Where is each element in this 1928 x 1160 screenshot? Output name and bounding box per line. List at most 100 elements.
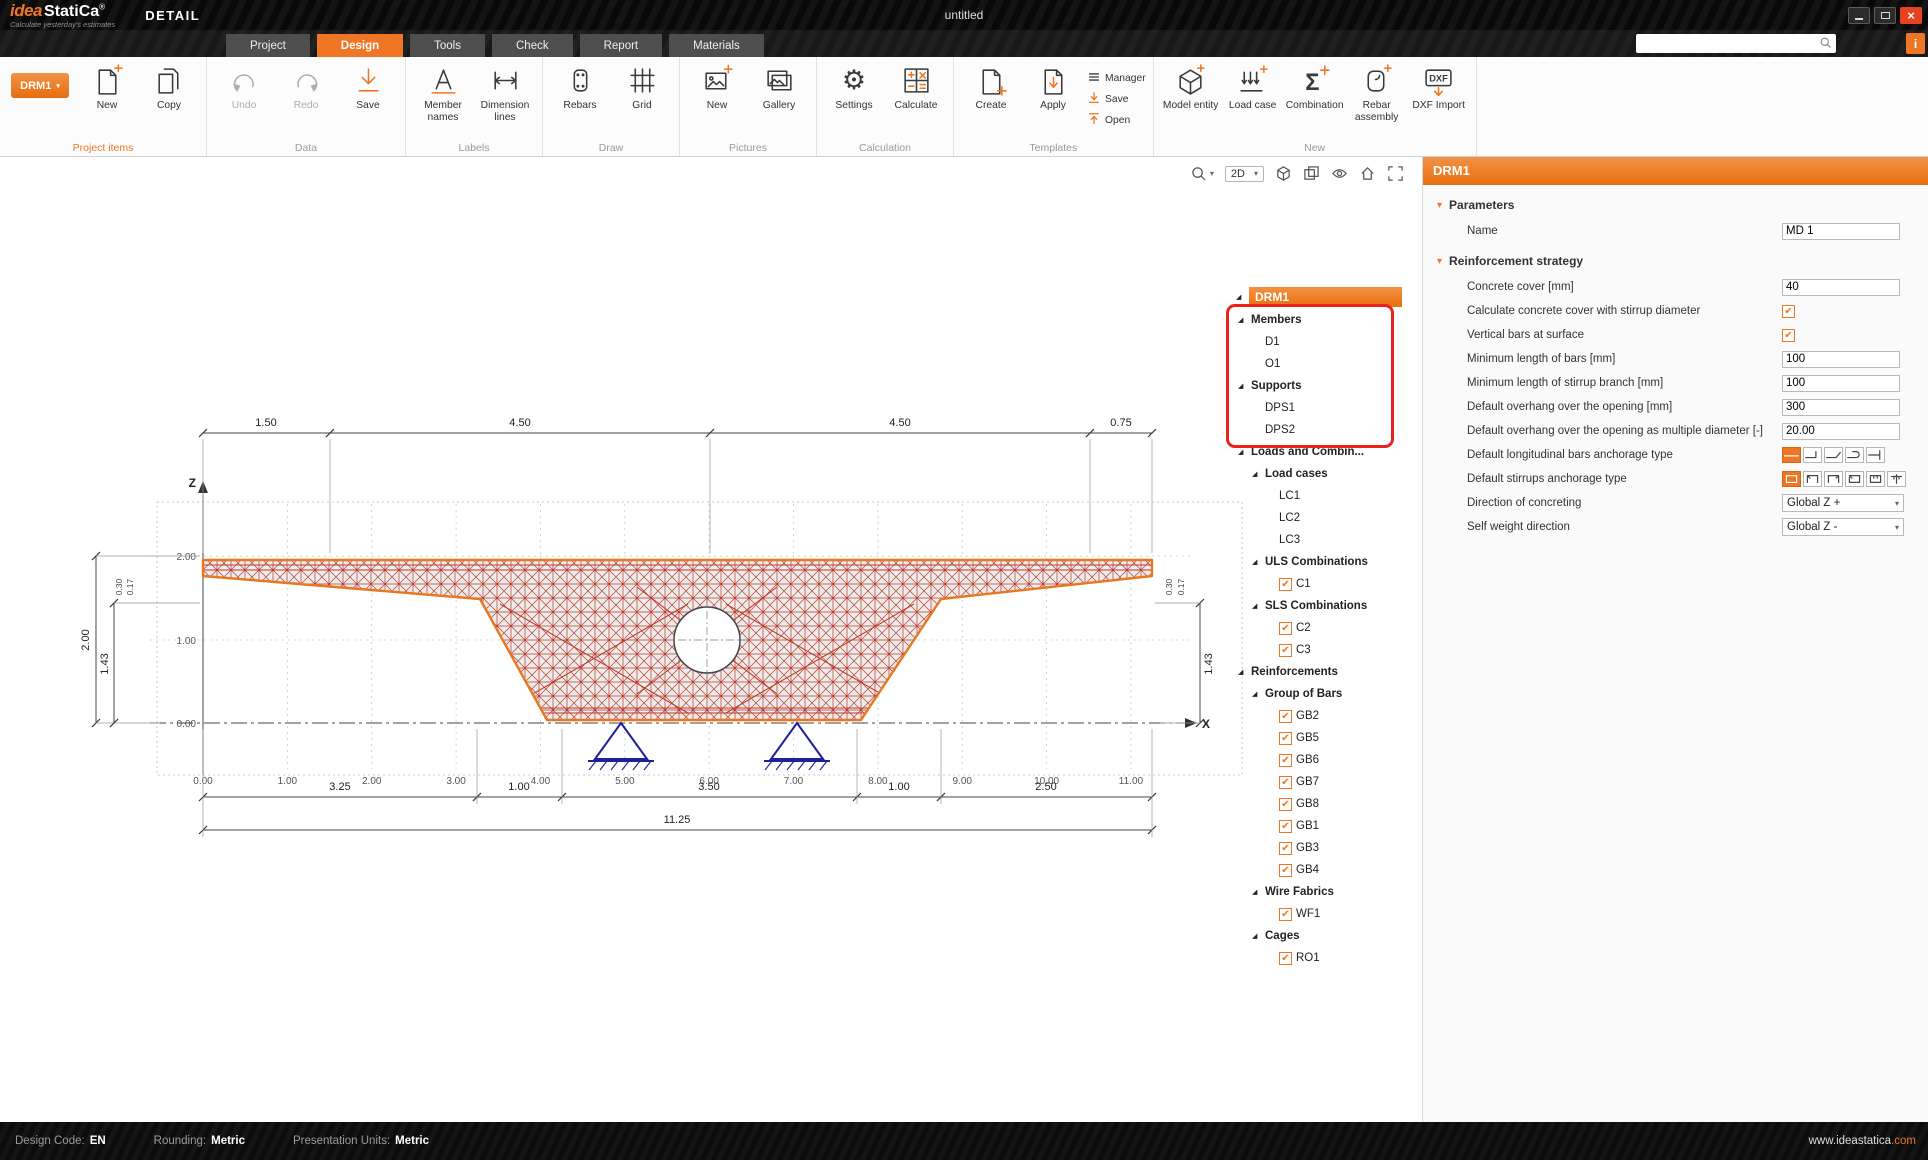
- checkbox[interactable]: ✔: [1279, 644, 1292, 657]
- expander-icon[interactable]: ◢: [1252, 602, 1265, 610]
- concrete-cover-mm-input[interactable]: [1782, 279, 1900, 296]
- active-project-item-button[interactable]: DRM1▾: [11, 73, 69, 98]
- tree-item-d1[interactable]: D1: [1236, 331, 1402, 353]
- home-view-button[interactable]: [1359, 165, 1376, 182]
- minimum-length-of-stirrup-branch-mm-input[interactable]: [1782, 375, 1900, 392]
- calculate-concrete-cover-with-stirrup-diameter-checkbox[interactable]: ✔: [1782, 305, 1795, 318]
- direction-of-concreting-select[interactable]: Global Z +▾: [1782, 494, 1904, 512]
- tree-item-gb4[interactable]: ✔GB4: [1236, 859, 1402, 881]
- minimum-length-of-bars-mm-input[interactable]: [1782, 351, 1900, 368]
- drawing-canvas[interactable]: 0.001.002.003.004.005.006.007.008.009.00…: [0, 157, 1422, 1122]
- dimension-lines-button[interactable]: Dimension lines: [475, 61, 535, 123]
- checkbox[interactable]: ✔: [1279, 908, 1292, 921]
- stirrup-hook-b-icon[interactable]: [1824, 471, 1843, 487]
- checkbox[interactable]: ✔: [1279, 798, 1292, 811]
- checkbox[interactable]: ✔: [1279, 622, 1292, 635]
- template-save-button[interactable]: Save: [1087, 91, 1146, 108]
- checkbox[interactable]: ✔: [1279, 578, 1292, 591]
- tab-materials[interactable]: Materials: [669, 34, 764, 57]
- save-button[interactable]: Save: [338, 61, 398, 112]
- load-case-button[interactable]: Load case: [1223, 61, 1283, 112]
- section-header-parameters[interactable]: ▾Parameters: [1423, 191, 1928, 219]
- tree-item-lc2[interactable]: LC2: [1236, 507, 1402, 529]
- default-overhang-over-the-opening-as-multiple-diameter-input[interactable]: [1782, 423, 1900, 440]
- tab-design[interactable]: Design: [317, 34, 403, 57]
- tree-item-members[interactable]: ◢Members: [1236, 309, 1402, 331]
- tree-item-load-cases[interactable]: ◢Load cases: [1236, 463, 1402, 485]
- tree-item-gb3[interactable]: ✔GB3: [1236, 837, 1402, 859]
- stirrup-hook-c-icon[interactable]: [1845, 471, 1864, 487]
- tree-item-c1[interactable]: ✔C1: [1236, 573, 1402, 595]
- axonometry-view-button[interactable]: [1275, 165, 1292, 182]
- apply-template-button[interactable]: Apply: [1023, 61, 1083, 112]
- checkbox[interactable]: ✔: [1279, 732, 1292, 745]
- combination-button[interactable]: Σ Combination: [1285, 61, 1345, 112]
- tree-item-wire-fabrics[interactable]: ◢Wire Fabrics: [1236, 881, 1402, 903]
- rebars-button[interactable]: Rebars: [550, 61, 610, 112]
- tree-item-gb1[interactable]: ✔GB1: [1236, 815, 1402, 837]
- views-button[interactable]: [1303, 165, 1320, 182]
- expander-icon[interactable]: ◢: [1238, 668, 1251, 676]
- tree-item-c3[interactable]: ✔C3: [1236, 639, 1402, 661]
- website-link[interactable]: www.ideastatica.com: [1809, 1135, 1916, 1147]
- expander-icon[interactable]: ◢: [1238, 448, 1251, 456]
- hook-90-anchorage-icon[interactable]: [1803, 447, 1822, 463]
- checkbox[interactable]: ✔: [1279, 842, 1292, 855]
- redo-button[interactable]: Redo: [276, 61, 336, 112]
- vertical-bars-at-surface-checkbox[interactable]: ✔: [1782, 329, 1795, 342]
- checkbox[interactable]: ✔: [1279, 820, 1292, 833]
- template-open-button[interactable]: Open: [1087, 112, 1146, 129]
- tree-item-lc1[interactable]: LC1: [1236, 485, 1402, 507]
- default-overhang-over-the-opening-mm-input[interactable]: [1782, 399, 1900, 416]
- tree-item-o1[interactable]: O1: [1236, 353, 1402, 375]
- create-template-button[interactable]: Create: [961, 61, 1021, 112]
- stirrup-hook-e-icon[interactable]: [1887, 471, 1906, 487]
- minimize-button[interactable]: [1848, 7, 1870, 24]
- tree-item-gb6[interactable]: ✔GB6: [1236, 749, 1402, 771]
- tree-item-uls-combinations[interactable]: ◢ULS Combinations: [1236, 551, 1402, 573]
- tree-item-reinforcements[interactable]: ◢Reinforcements: [1236, 661, 1402, 683]
- search-icon[interactable]: [1819, 34, 1836, 54]
- checkbox[interactable]: ✔: [1279, 776, 1292, 789]
- checkbox[interactable]: ✔: [1279, 710, 1292, 723]
- head-anchorage-icon[interactable]: [1866, 447, 1885, 463]
- view-mode-select[interactable]: 2D ▾: [1225, 166, 1264, 182]
- expander-icon[interactable]: ◢: [1252, 558, 1265, 566]
- settings-button[interactable]: ⚙ Settings: [824, 61, 884, 112]
- dxf-import-button[interactable]: DXF DXF Import: [1409, 61, 1469, 112]
- zoom-button[interactable]: ▾: [1190, 165, 1214, 182]
- gallery-button[interactable]: Gallery: [749, 61, 809, 112]
- calculate-button[interactable]: Calculate: [886, 61, 946, 112]
- tree-item-ro1[interactable]: ✔RO1: [1236, 947, 1402, 969]
- self-weight-direction-select[interactable]: Global Z -▾: [1782, 518, 1904, 536]
- tree-item-wf1[interactable]: ✔WF1: [1236, 903, 1402, 925]
- info-button[interactable]: i: [1906, 33, 1925, 54]
- straight-anchorage-icon[interactable]: [1782, 447, 1801, 463]
- checkbox[interactable]: ✔: [1279, 952, 1292, 965]
- tree-item-supports[interactable]: ◢Supports: [1236, 375, 1402, 397]
- model-entity-button[interactable]: Model entity: [1161, 61, 1221, 112]
- new-picture-button[interactable]: New: [687, 61, 747, 112]
- maximize-button[interactable]: [1874, 7, 1896, 24]
- tree-item-gb2[interactable]: ✔GB2: [1236, 705, 1402, 727]
- support-2[interactable]: [764, 723, 830, 770]
- hook-135-anchorage-icon[interactable]: [1824, 447, 1843, 463]
- stirrup-hook-d-icon[interactable]: [1866, 471, 1885, 487]
- tree-item-dps2[interactable]: DPS2: [1236, 419, 1402, 441]
- tree-item-sls-combinations[interactable]: ◢SLS Combinations: [1236, 595, 1402, 617]
- expander-icon[interactable]: ◢: [1252, 470, 1265, 478]
- tree-item-lc3[interactable]: LC3: [1236, 529, 1402, 551]
- fit-view-button[interactable]: [1387, 165, 1404, 182]
- template-manager-button[interactable]: Manager: [1087, 70, 1146, 87]
- tree-root-drm1[interactable]: DRM1: [1249, 287, 1402, 307]
- tab-report[interactable]: Report: [580, 34, 663, 57]
- member-names-button[interactable]: Member names: [413, 61, 473, 123]
- tree-item-group-of-bars[interactable]: ◢Group of Bars: [1236, 683, 1402, 705]
- section-header-reinforcement-strategy[interactable]: ▾Reinforcement strategy: [1423, 247, 1928, 275]
- checkbox[interactable]: ✔: [1279, 754, 1292, 767]
- expander-icon[interactable]: ◢: [1238, 316, 1251, 324]
- tab-tools[interactable]: Tools: [410, 34, 485, 57]
- close-button[interactable]: ×: [1900, 7, 1922, 24]
- copy-project-item-button[interactable]: Copy: [139, 61, 199, 112]
- expander-icon[interactable]: ◢: [1252, 932, 1265, 940]
